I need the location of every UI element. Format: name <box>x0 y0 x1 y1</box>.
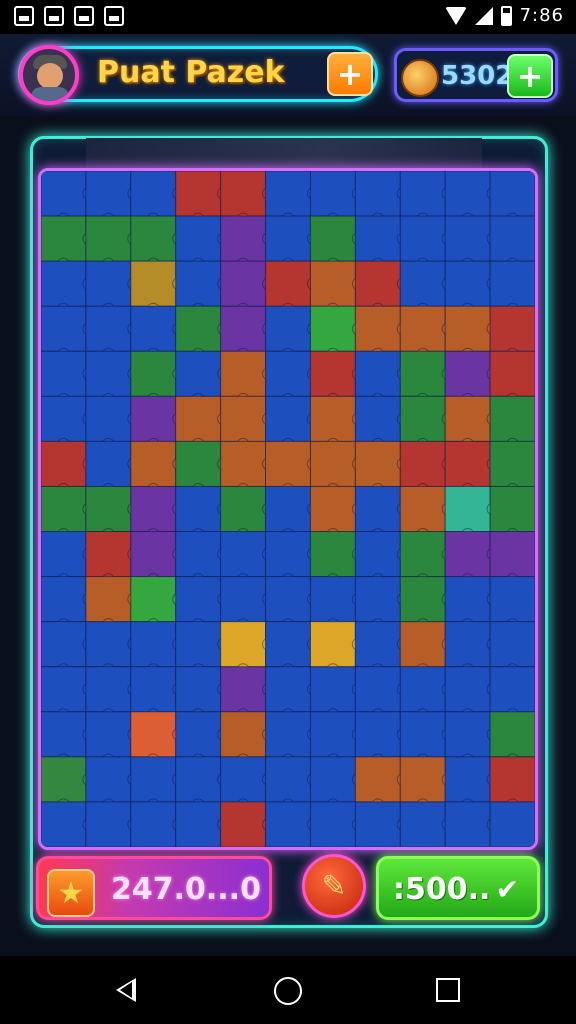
confirm-button[interactable]: :500.. ✔ <box>376 856 540 920</box>
puzzle-board[interactable] <box>38 168 538 850</box>
bottom-bar: ★ 247.0...0 ✎ :500.. ✔ <box>30 852 548 928</box>
status-bar: 7:86 <box>0 0 576 34</box>
signal-icon <box>474 6 493 25</box>
puzzle-grid[interactable] <box>41 171 535 847</box>
edit-button[interactable]: ✎ <box>302 854 366 918</box>
clock: 7:86 <box>519 5 564 26</box>
battery-icon <box>500 5 512 26</box>
wifi-icon <box>444 6 467 25</box>
gallery-notification-icon <box>44 6 64 26</box>
game-header: Puat Pazek + 5302 + <box>0 34 576 116</box>
recents-icon[interactable] <box>436 978 460 1002</box>
app-notification-icon <box>74 6 94 26</box>
player-title-panel: Puat Pazek + <box>18 45 378 105</box>
check-icon: ✔ <box>495 873 519 906</box>
coin-count: 5302 <box>441 61 514 91</box>
player-avatar[interactable] <box>19 45 79 105</box>
score-value: 247.0...0 <box>111 872 261 907</box>
title-plus-button[interactable]: + <box>327 52 373 96</box>
coins-panel: 5302 + <box>394 48 558 102</box>
home-icon[interactable] <box>274 977 302 1005</box>
add-coins-button[interactable]: + <box>507 54 553 98</box>
image-notification-icon <box>14 6 34 26</box>
game-title: Puat Pazek <box>97 55 285 90</box>
system-status: 7:86 <box>444 5 564 26</box>
board-top-notch <box>86 138 482 168</box>
star-icon: ★ <box>47 869 95 917</box>
system-nav-bar <box>0 956 576 1024</box>
media-notification-icon <box>104 6 124 26</box>
notification-icons <box>14 6 124 26</box>
progress-label: :500.. <box>393 872 491 907</box>
back-icon[interactable] <box>116 978 136 1002</box>
coin-icon <box>401 59 439 97</box>
score-panel: ★ 247.0...0 <box>36 856 272 920</box>
board-shade <box>41 171 535 847</box>
